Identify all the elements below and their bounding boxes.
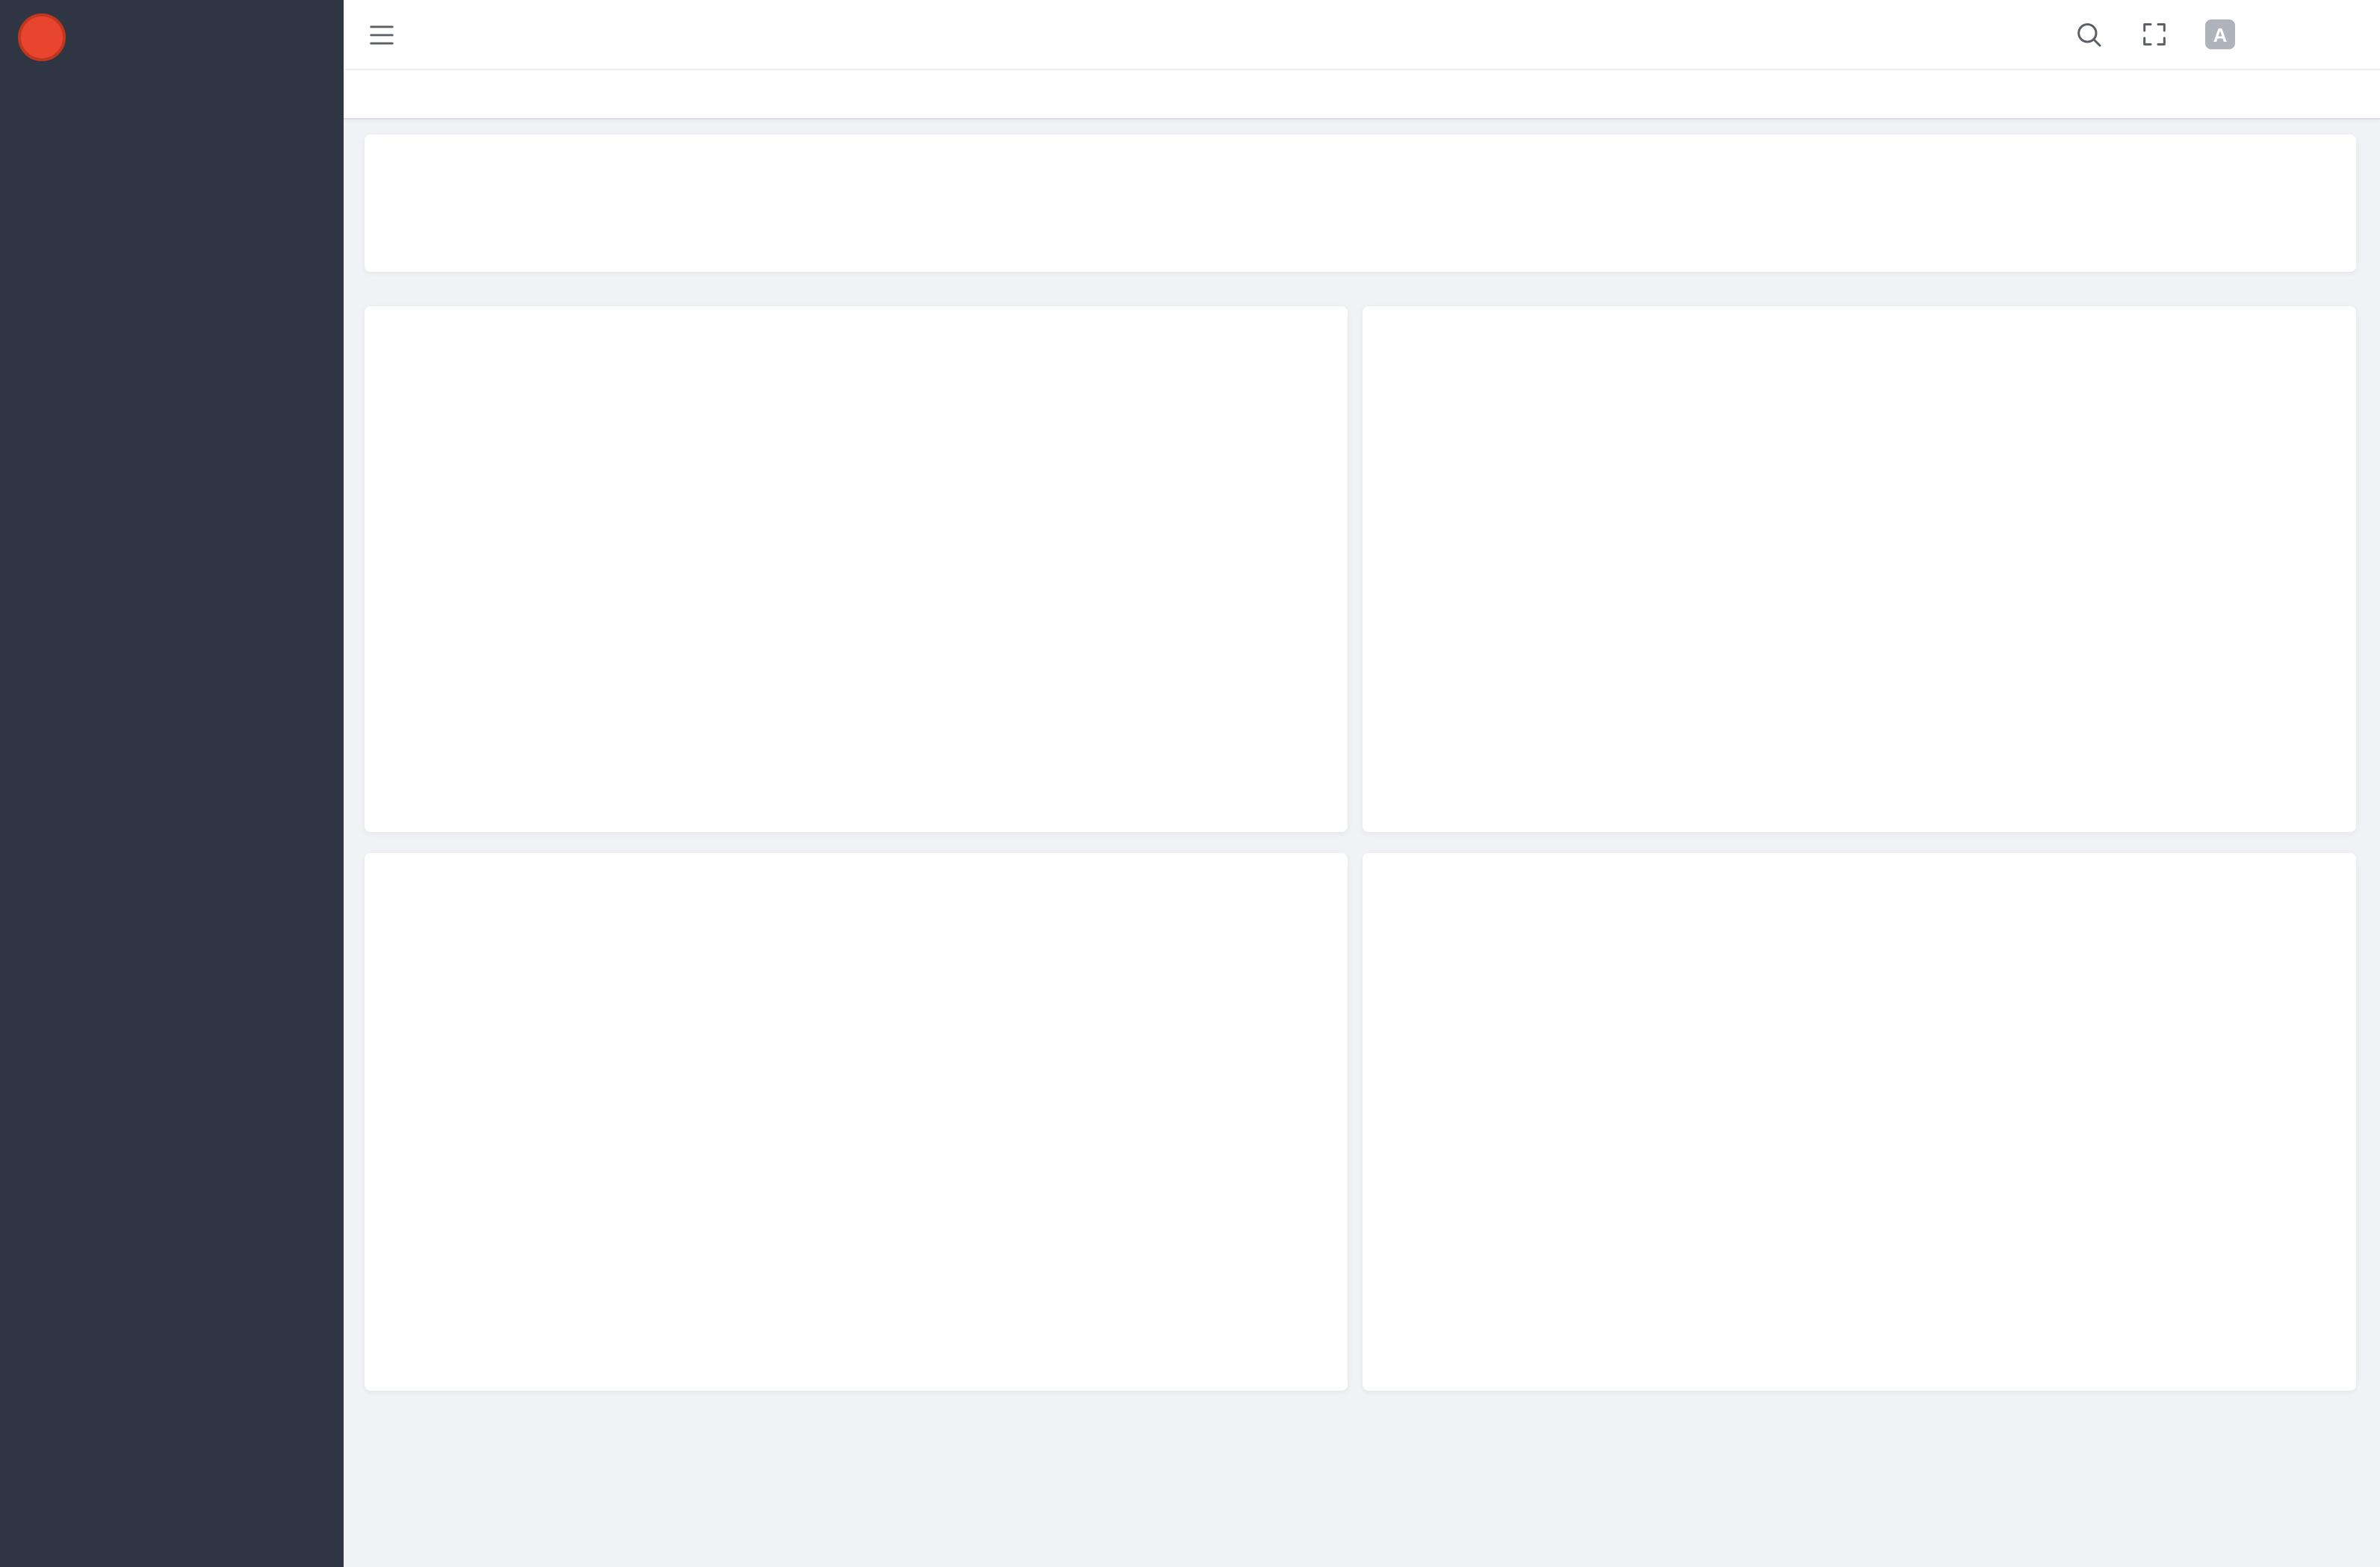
chart-legend	[799, 372, 913, 390]
bar-chart-plot	[460, 423, 1312, 763]
tags-bar	[344, 70, 2380, 120]
avatar[interactable]	[2275, 6, 2332, 63]
charts-row	[365, 306, 2356, 832]
legend-marker	[799, 372, 829, 390]
user-avatar	[385, 162, 468, 244]
content	[344, 120, 2380, 1567]
font-size-icon[interactable]: A	[2205, 19, 2235, 49]
legend-marker	[873, 372, 902, 390]
welcome-card	[365, 134, 2356, 272]
sidebar	[0, 0, 344, 1567]
logo-icon	[18, 13, 66, 61]
topbar: A	[344, 0, 2380, 70]
app-root: A	[0, 0, 2380, 1567]
os-pie-card	[1363, 853, 2356, 1391]
fullscreen-icon[interactable]	[2139, 19, 2169, 49]
legend-item-total[interactable]	[873, 372, 913, 390]
visit-chart-card	[365, 306, 1348, 832]
main-area: A	[344, 0, 2380, 1567]
tech-stack-card	[1363, 306, 2356, 832]
legend-item-you[interactable]	[799, 372, 840, 390]
logo[interactable]	[0, 0, 344, 75]
pies-row	[365, 853, 2356, 1391]
hamburger-icon[interactable]	[368, 20, 396, 49]
browser-pie-chart[interactable]	[841, 1001, 1098, 1258]
search-icon[interactable]	[2074, 19, 2104, 49]
os-pie-chart[interactable]	[1839, 1001, 2096, 1258]
browser-pie-card	[365, 853, 1348, 1391]
